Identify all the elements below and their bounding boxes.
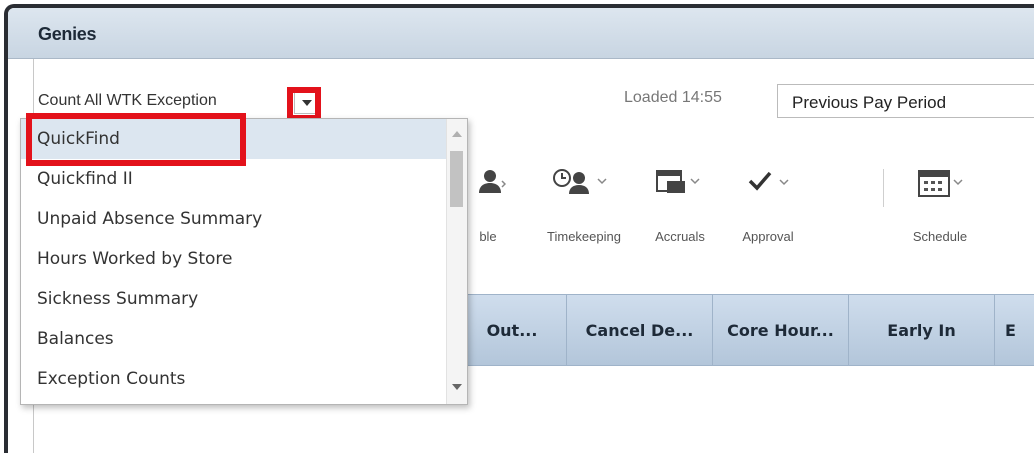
genie-dropdown-list[interactable]: QuickFind Quickfind II Unpaid Absence Su… xyxy=(20,118,468,405)
column-header[interactable]: Out... xyxy=(458,295,566,365)
list-item[interactable]: Sickness Summary xyxy=(21,279,446,319)
list-item[interactable]: Quickfind II xyxy=(21,159,446,199)
checkmark-icon xyxy=(748,171,789,191)
scroll-up-icon[interactable] xyxy=(452,131,462,137)
scroll-down-icon[interactable] xyxy=(452,384,462,390)
genie-selector-label[interactable]: Count All WTK Exception xyxy=(38,92,217,110)
people-icon xyxy=(479,170,506,193)
genie-dropdown-button[interactable] xyxy=(294,90,318,114)
calendar-icon xyxy=(918,170,963,197)
toolbar-label: Timekeeping xyxy=(547,229,621,244)
scroll-thumb[interactable] xyxy=(450,151,463,207)
list-item[interactable]: QuickFind xyxy=(21,119,446,159)
clock-person-icon xyxy=(553,169,607,194)
title-bar: Genies xyxy=(8,8,1034,59)
time-period-select[interactable]: Previous Pay Period xyxy=(777,84,1034,118)
toolbar-label: Accruals xyxy=(655,229,705,244)
toolbar-label: Schedule xyxy=(912,229,968,244)
loaded-timestamp: Loaded 14:55 xyxy=(624,89,722,106)
column-header[interactable]: Early In xyxy=(849,295,994,365)
list-item[interactable]: Exception Counts xyxy=(21,359,446,399)
column-header[interactable]: Core Hour... xyxy=(713,295,848,365)
list-item[interactable]: Unpaid Absence Summary xyxy=(21,199,446,239)
toolbar-separator xyxy=(883,169,884,207)
accruals-icon xyxy=(656,170,700,193)
list-item[interactable]: Hours Worked by Store xyxy=(21,239,446,279)
list-item[interactable]: Balances xyxy=(21,319,446,359)
toolbar-label: Approval xyxy=(742,229,794,244)
column-header[interactable]: E xyxy=(995,295,1034,365)
column-header[interactable]: Cancel De... xyxy=(567,295,712,365)
dropdown-scrollbar[interactable] xyxy=(446,119,467,404)
window-title: Genies xyxy=(38,24,97,44)
